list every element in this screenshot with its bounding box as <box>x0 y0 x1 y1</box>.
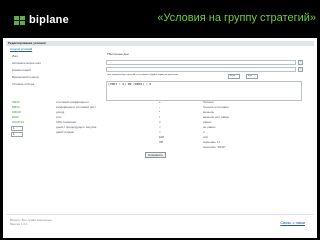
condition-label: Условие отбора <box>12 82 35 86</box>
legend-codes: CROI DROI CRCR DCR CCCP14 <box>12 100 24 125</box>
brand-logo: biplane <box>14 14 69 26</box>
logo-text: biplane <box>29 14 69 26</box>
name-label: Имя <box>12 54 18 58</box>
period-from-input[interactable]: 45 дн <box>228 74 240 79</box>
period-to-input[interactable]: 0 дн <box>246 74 258 79</box>
auto-name-label: Автоматическое имя <box>12 61 41 65</box>
auto-name-input[interactable] <box>106 60 296 65</box>
condition-textarea[interactable]: (CROI > 0) OR (DROI) < 0 <box>106 81 302 101</box>
comment-input[interactable] <box>106 67 296 72</box>
auto-name-edit-button[interactable]: ✎ <box>298 60 303 65</box>
slide-title: «Условия на группу стратегий» <box>157 12 316 24</box>
legend-operators: + - * / = < > 100 VD <box>159 100 164 145</box>
period-label: Временной период <box>12 75 39 79</box>
footer-divider <box>6 214 314 215</box>
legend-code[interactable]: CCCP14 <box>12 120 24 125</box>
name-row: Имя Убыточные дни <box>6 53 314 59</box>
name-value: Убыточные дни <box>107 52 129 56</box>
legend-desc: дней продаж <box>56 130 74 134</box>
auto-name-row: Автоматическое имя ✎ <box>6 60 314 66</box>
footer-line-2: Версия 1.0.1 <box>10 222 28 226</box>
param-n-input[interactable]: 1 <box>11 126 23 131</box>
logo-icon <box>14 15 26 25</box>
app-page: Редактирование условия Список условий Им… <box>3 38 317 238</box>
footer-copyright: Biplane. Все права защищены. Версия 1.0.… <box>10 218 53 226</box>
footer-contact-link[interactable]: Связь с нами <box>280 220 305 225</box>
legend-operator-descriptions: больше больше или равно меньше меньше ил… <box>203 100 229 150</box>
legend-descriptions: итоговый коэффициент коэффициент итоговы… <box>56 100 96 135</box>
period-hint: Этот период отбора стратегий на основани… <box>107 74 179 76</box>
comment-row: Комментарий ✎ <box>6 67 314 73</box>
top-bar: biplane «Условия на группу стратегий» <box>0 0 320 34</box>
param-n2-input[interactable]: 1 <box>11 132 23 137</box>
period-row: Временной период Этот период отбора стра… <box>6 74 314 80</box>
legend-op-desc: значение "1000" <box>203 145 226 149</box>
comment-label: Комментарий <box>12 68 31 72</box>
back-to-list-link[interactable]: Список условий <box>10 47 32 51</box>
form-header-title: Редактирование условия <box>8 41 46 45</box>
form-header: Редактирование условия <box>6 41 314 46</box>
save-button[interactable]: Сохранить <box>145 152 166 158</box>
legend-op[interactable]: VD <box>159 140 164 145</box>
comment-edit-button[interactable]: ✎ <box>298 67 303 72</box>
